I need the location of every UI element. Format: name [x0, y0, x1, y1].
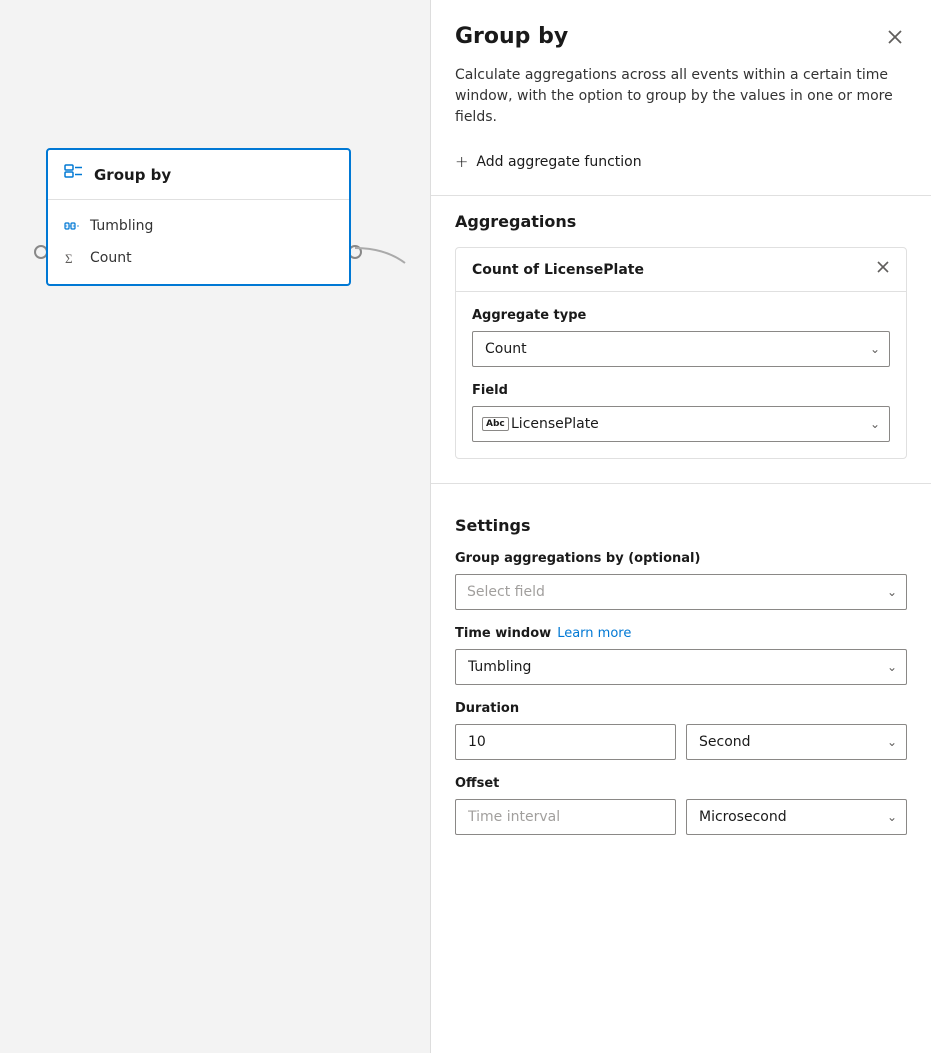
panel-title: Group by — [455, 24, 568, 49]
settings-section: Settings Group aggregations by (optional… — [431, 500, 931, 867]
aggregations-section: Aggregations Count of LicensePlate Aggre… — [431, 212, 931, 475]
duration-label: Duration — [455, 701, 907, 716]
offset-row: Microsecond Millisecond Second Minute Ho… — [455, 799, 907, 835]
aggregation-card: Count of LicensePlate Aggregate type Cou… — [455, 247, 907, 459]
field-select[interactable]: LicensePlate — [472, 406, 890, 442]
aggregation-card-body: Aggregate type Count Sum Avg Min Max ⌄ F… — [456, 292, 906, 458]
section-divider — [431, 195, 931, 196]
sigma-icon: Σ — [64, 250, 80, 266]
close-icon — [887, 29, 903, 45]
add-aggregate-button[interactable]: + Add aggregate function — [455, 144, 907, 179]
curve-connector — [355, 228, 435, 268]
duration-unit-select[interactable]: Millisecond Second Minute Hour Day — [686, 724, 907, 760]
node-title: Group by — [94, 166, 171, 184]
node-header: Group by — [48, 150, 349, 200]
time-window-label: Time window — [455, 626, 551, 641]
panel-description: Calculate aggregations across all events… — [431, 65, 931, 144]
field-label: Field — [472, 383, 890, 398]
offset-unit-select[interactable]: Microsecond Millisecond Second Minute Ho… — [686, 799, 907, 835]
aggregation-card-header: Count of LicensePlate — [456, 248, 906, 292]
count-label: Count — [90, 250, 132, 266]
duration-unit-wrapper: Millisecond Second Minute Hour Day ⌄ — [686, 724, 907, 760]
aggregations-title: Aggregations — [455, 212, 907, 231]
settings-divider — [431, 483, 931, 484]
tumbling-item: Tumbling — [48, 210, 349, 242]
count-item: Σ Count — [48, 242, 349, 274]
add-aggregate-label: Add aggregate function — [476, 154, 641, 170]
field-dropdown-wrapper: Abc LicensePlate ⌄ — [472, 406, 890, 442]
group-agg-dropdown-wrapper: Select field ⌄ — [455, 574, 907, 610]
learn-more-link[interactable]: Learn more — [557, 626, 631, 641]
time-window-select[interactable]: Tumbling Hopping Sliding Snapshot — [455, 649, 907, 685]
time-window-label-row: Time window Learn more — [455, 626, 907, 641]
field-type-badge: Abc — [482, 417, 509, 431]
offset-label: Offset — [455, 776, 907, 791]
aggregate-type-dropdown-wrapper: Count Sum Avg Min Max ⌄ — [472, 331, 890, 367]
panel-header: Group by — [431, 0, 931, 65]
offset-unit-wrapper: Microsecond Millisecond Second Minute Ho… — [686, 799, 907, 835]
svg-text:Σ: Σ — [65, 251, 73, 266]
aggregate-type-label: Aggregate type — [472, 308, 890, 323]
time-window-dropdown-wrapper: Tumbling Hopping Sliding Snapshot ⌄ — [455, 649, 907, 685]
offset-input-wrapper — [455, 799, 676, 835]
tumbling-icon — [64, 219, 80, 233]
abc-badge: Abc — [482, 417, 509, 431]
aggregation-close-icon — [876, 260, 890, 274]
time-window-field: Time window Learn more Tumbling Hopping … — [455, 626, 907, 685]
right-panel: Group by Calculate aggregations across a… — [430, 0, 931, 1053]
duration-field: Duration Millisecond Second Minute Hour … — [455, 701, 907, 760]
group-by-icon — [64, 164, 84, 185]
aggregation-card-title: Count of LicensePlate — [472, 262, 644, 278]
canvas-area: Group by Tumbling Σ — [0, 0, 430, 1053]
offset-input[interactable] — [455, 799, 676, 835]
aggregate-type-select[interactable]: Count Sum Avg Min Max — [472, 331, 890, 367]
node-card: Group by Tumbling Σ — [46, 148, 351, 286]
plus-icon: + — [455, 152, 468, 171]
group-agg-select[interactable] — [455, 574, 907, 610]
settings-title: Settings — [455, 516, 907, 535]
tumbling-label: Tumbling — [90, 218, 153, 234]
panel-close-button[interactable] — [883, 25, 907, 49]
duration-input-wrapper — [455, 724, 676, 760]
duration-row: Millisecond Second Minute Hour Day ⌄ — [455, 724, 907, 760]
group-agg-field: Group aggregations by (optional) Select … — [455, 551, 907, 610]
offset-field: Offset Microsecond Millisecond Second Mi… — [455, 776, 907, 835]
node-items: Tumbling Σ Count — [48, 200, 349, 284]
aggregation-close-button[interactable] — [876, 260, 890, 279]
duration-input[interactable] — [455, 724, 676, 760]
group-agg-label: Group aggregations by (optional) — [455, 551, 907, 566]
